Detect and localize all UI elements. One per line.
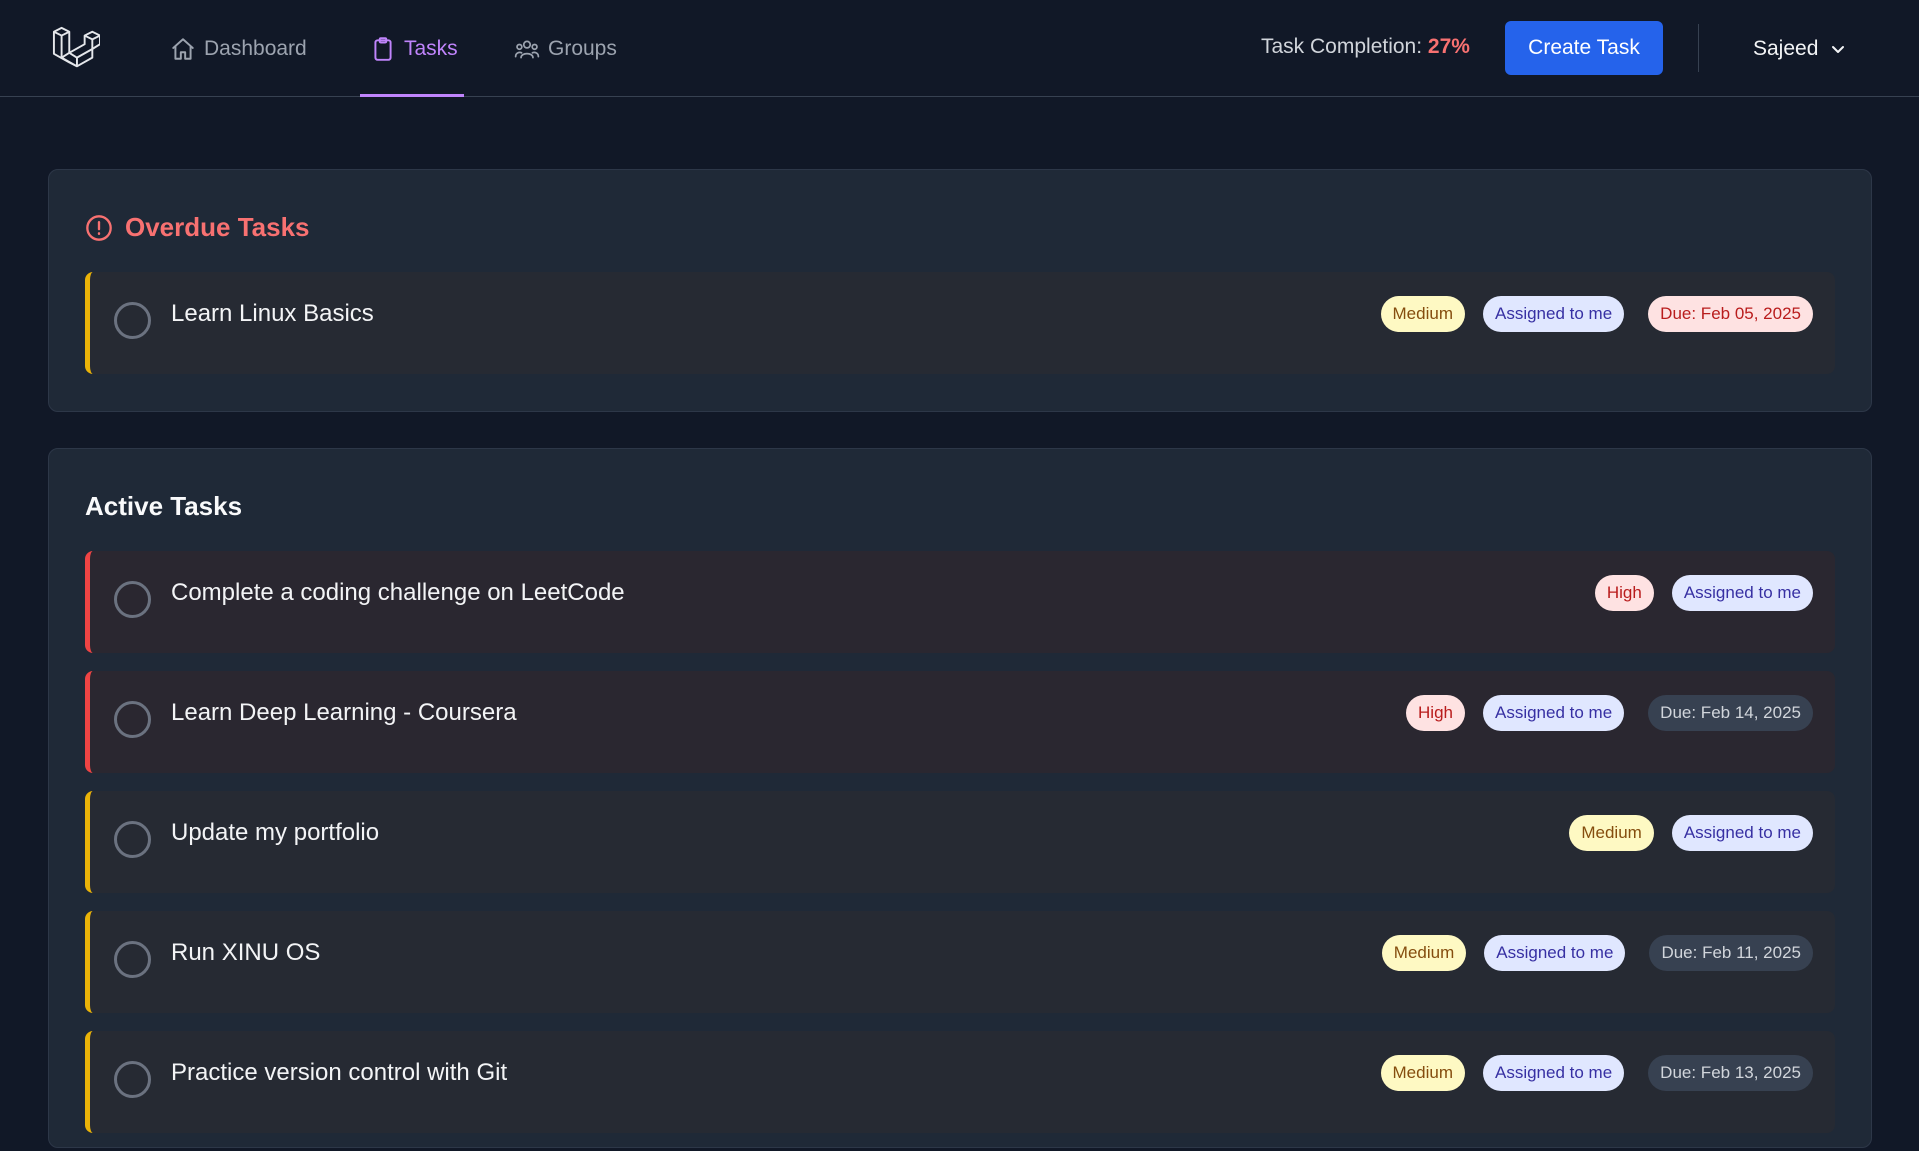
task-complete-checkbox[interactable] bbox=[114, 1061, 151, 1098]
task-badges: High Assigned to me Due: Feb 14, 2025 bbox=[1406, 695, 1813, 731]
priority-badge: Medium bbox=[1569, 815, 1654, 851]
nav-tasks-label: Tasks bbox=[404, 36, 458, 60]
task-title[interactable]: Learn Deep Learning - Coursera bbox=[171, 699, 517, 727]
nav-dashboard[interactable]: Dashboard bbox=[170, 0, 307, 97]
task-badges: Medium Assigned to me Due: Feb 13, 2025 bbox=[1380, 1055, 1813, 1091]
due-date-badge: Due: Feb 05, 2025 bbox=[1648, 296, 1813, 332]
task-row[interactable]: Learn Deep Learning - Coursera High Assi… bbox=[85, 671, 1835, 773]
assigned-badge: Assigned to me bbox=[1671, 815, 1813, 851]
task-row[interactable]: Update my portfolio Medium Assigned to m… bbox=[85, 791, 1835, 893]
active-tasks-panel: Active Tasks Complete a coding challenge… bbox=[48, 448, 1872, 1148]
top-navbar: Dashboard Tasks Groups Task Completion: … bbox=[0, 0, 1919, 97]
create-task-button[interactable]: Create Task bbox=[1505, 21, 1663, 75]
overdue-tasks-title: Overdue Tasks bbox=[125, 212, 310, 242]
task-badges: High Assigned to me bbox=[1594, 575, 1813, 611]
user-menu[interactable]: Sajeed bbox=[1753, 0, 1846, 97]
task-row[interactable]: Practice version control with Git Medium… bbox=[85, 1031, 1835, 1133]
task-title[interactable]: Complete a coding challenge on LeetCode bbox=[171, 579, 625, 607]
task-complete-checkbox[interactable] bbox=[114, 701, 151, 738]
nav-dashboard-label: Dashboard bbox=[204, 36, 307, 60]
task-badges: Medium Assigned to me bbox=[1569, 815, 1813, 851]
priority-badge: High bbox=[1406, 695, 1465, 731]
chevron-down-icon bbox=[1832, 45, 1845, 53]
assigned-badge: Assigned to me bbox=[1482, 695, 1625, 731]
overdue-task-list: Learn Linux Basics Medium Assigned to me… bbox=[85, 272, 1835, 392]
task-complete-checkbox[interactable] bbox=[114, 941, 151, 978]
assigned-badge: Assigned to me bbox=[1484, 935, 1626, 971]
active-tasks-heading: Active Tasks bbox=[85, 491, 242, 522]
clipboard-icon bbox=[374, 36, 392, 61]
priority-badge: Medium bbox=[1380, 1055, 1465, 1091]
task-complete-checkbox[interactable] bbox=[114, 821, 151, 858]
priority-badge: High bbox=[1594, 575, 1654, 611]
alert-circle-icon bbox=[86, 214, 112, 241]
task-row[interactable]: Learn Linux Basics Medium Assigned to me… bbox=[85, 272, 1835, 374]
priority-badge: Medium bbox=[1381, 935, 1467, 971]
user-name: Sajeed bbox=[1753, 36, 1819, 60]
due-date-badge: Due: Feb 13, 2025 bbox=[1648, 1055, 1813, 1091]
assigned-badge: Assigned to me bbox=[1482, 1055, 1625, 1091]
task-badges: Medium Assigned to me Due: Feb 11, 2025 bbox=[1381, 935, 1813, 971]
task-completion: Task Completion: 27% bbox=[1261, 35, 1470, 59]
task-title[interactable]: Learn Linux Basics bbox=[171, 300, 374, 328]
priority-badge: Medium bbox=[1380, 296, 1465, 332]
overdue-tasks-heading: Overdue Tasks bbox=[85, 212, 310, 243]
laravel-logo-icon[interactable] bbox=[52, 24, 100, 74]
users-icon bbox=[514, 40, 540, 59]
nav-tasks[interactable]: Tasks bbox=[360, 0, 464, 97]
task-complete-checkbox[interactable] bbox=[114, 581, 151, 618]
nav-divider bbox=[1698, 24, 1699, 72]
task-title[interactable]: Practice version control with Git bbox=[171, 1059, 507, 1087]
task-row[interactable]: Run XINU OS Medium Assigned to me Due: F… bbox=[85, 911, 1835, 1013]
due-date-badge: Due: Feb 11, 2025 bbox=[1649, 935, 1813, 971]
task-badges: Medium Assigned to me Due: Feb 05, 2025 bbox=[1380, 296, 1813, 332]
task-complete-checkbox[interactable] bbox=[114, 302, 151, 339]
assigned-badge: Assigned to me bbox=[1671, 575, 1813, 611]
nav-groups[interactable]: Groups bbox=[514, 0, 617, 97]
overdue-tasks-panel: Overdue Tasks Learn Linux Basics Medium … bbox=[48, 169, 1872, 412]
active-task-list: Complete a coding challenge on LeetCode … bbox=[85, 551, 1835, 1151]
task-row[interactable]: Complete a coding challenge on LeetCode … bbox=[85, 551, 1835, 653]
task-title[interactable]: Update my portfolio bbox=[171, 819, 379, 847]
assigned-badge: Assigned to me bbox=[1482, 296, 1625, 332]
task-completion-label: Task Completion: bbox=[1261, 35, 1423, 58]
active-tasks-title: Active Tasks bbox=[85, 491, 243, 521]
home-icon bbox=[172, 37, 194, 60]
due-date-badge: Due: Feb 14, 2025 bbox=[1648, 695, 1813, 731]
task-completion-value: 27% bbox=[1427, 35, 1470, 58]
nav-groups-label: Groups bbox=[548, 36, 617, 60]
task-title[interactable]: Run XINU OS bbox=[171, 939, 320, 967]
